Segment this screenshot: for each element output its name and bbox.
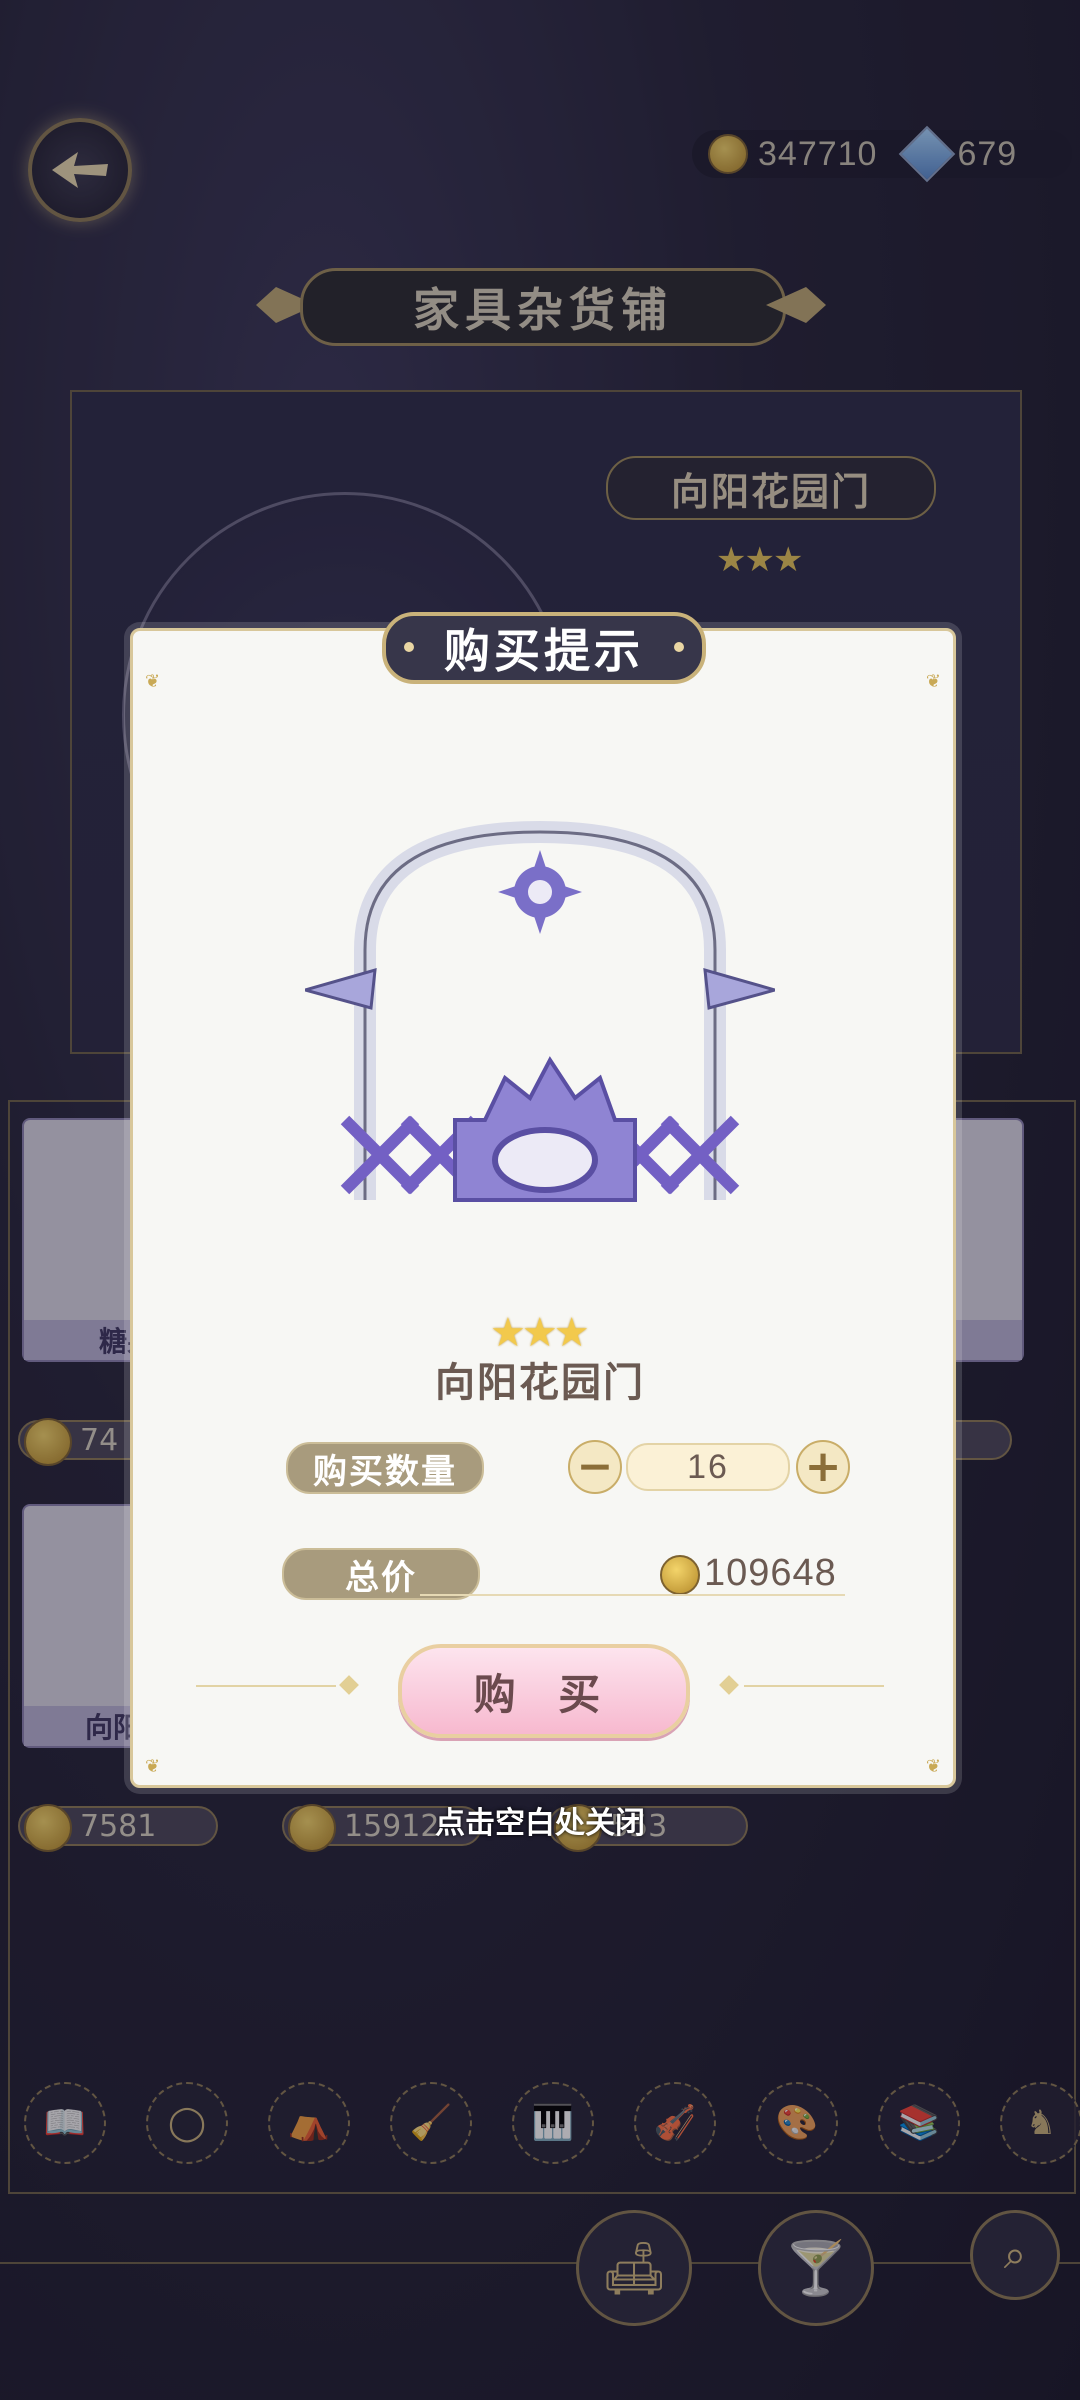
buy-button[interactable]: 购 买 — [398, 1644, 690, 1738]
close-hint: 点击空白处关闭 — [435, 1806, 645, 1841]
total-price: 109648 — [704, 1552, 837, 1594]
coin-icon — [660, 1555, 700, 1595]
corner-ornament-icon: ❦ — [925, 1756, 941, 1777]
dialog-title: 购买提示 — [382, 612, 706, 684]
corner-ornament-icon: ❦ — [145, 671, 161, 692]
garden-gate-image — [305, 820, 775, 1202]
buy-deco-line-right — [744, 1685, 884, 1687]
plus-button[interactable]: + — [796, 1440, 850, 1494]
dialog-item-name: 向阳花园门 — [435, 1360, 645, 1406]
total-label: 总价 — [282, 1548, 480, 1600]
quantity-input[interactable]: 16 — [626, 1443, 790, 1491]
plus-icon: + — [804, 1441, 842, 1492]
total-underline — [420, 1594, 845, 1596]
minus-icon: − — [576, 1441, 614, 1492]
minus-button[interactable]: − — [568, 1440, 622, 1494]
corner-ornament-icon: ❦ — [145, 1756, 161, 1777]
quantity-label: 购买数量 — [286, 1442, 484, 1494]
corner-ornament-icon: ❦ — [925, 671, 941, 692]
buy-deco-line-left — [196, 1685, 336, 1687]
